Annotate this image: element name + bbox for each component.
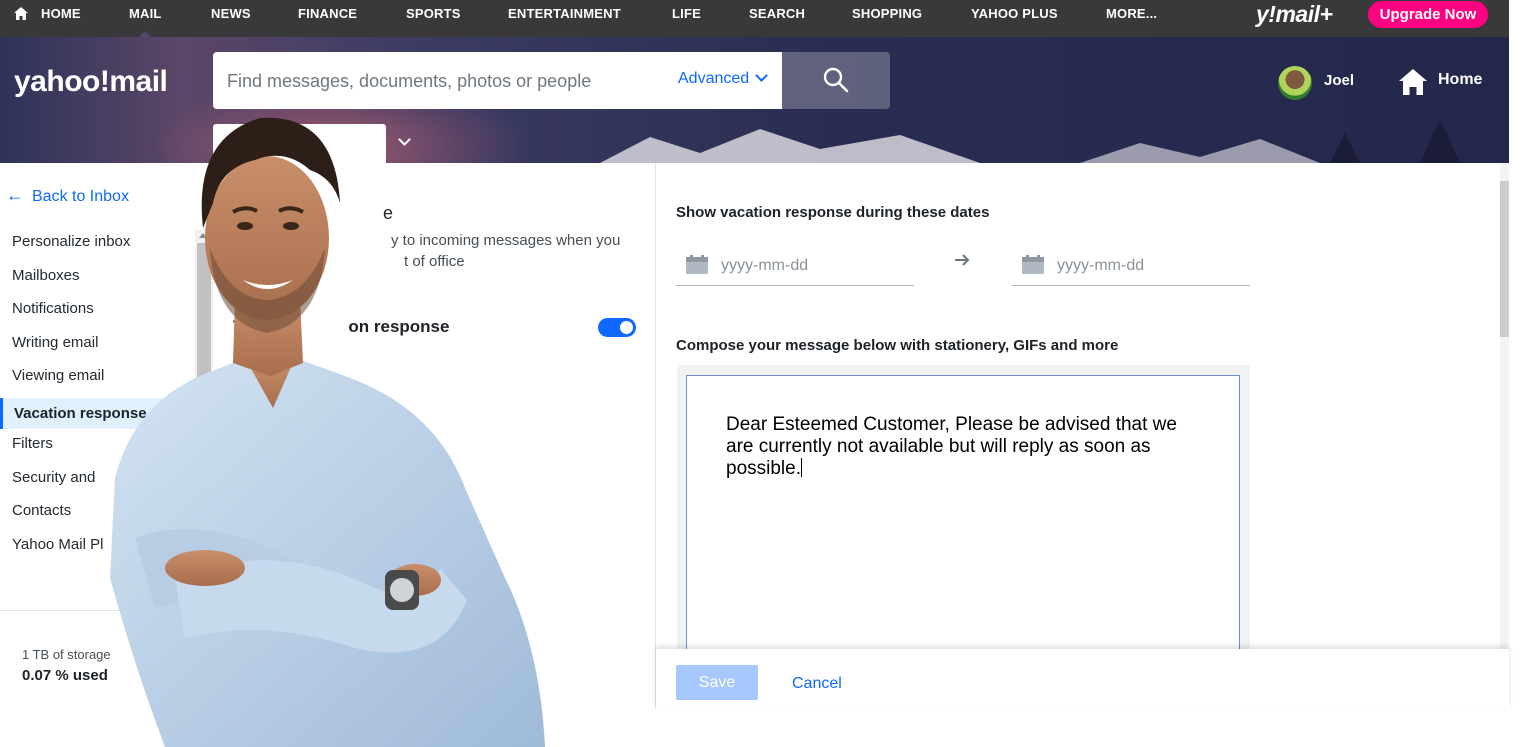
yahoo-mail-plus-logo[interactable]: y!mail+: [1256, 0, 1333, 28]
nav-shopping[interactable]: SHOPPING: [852, 0, 922, 28]
search-input[interactable]: [227, 68, 657, 94]
start-date-field[interactable]: [676, 249, 914, 286]
arrow-left-icon: ←: [6, 185, 24, 205]
nav-news[interactable]: NEWS: [211, 0, 251, 28]
home-icon: [14, 7, 28, 20]
chevron-down-icon: [755, 69, 769, 82]
vacation-response-toggle[interactable]: [598, 318, 636, 337]
nav-sports[interactable]: SPORTS: [406, 0, 461, 28]
nav-more[interactable]: MORE...: [1106, 0, 1157, 28]
man-with-crossed-arms-image: [110, 117, 545, 747]
user-name[interactable]: Joel: [1324, 72, 1354, 89]
nav-life[interactable]: LIFE: [672, 0, 701, 28]
dates-heading: Show vacation response during these date…: [676, 204, 990, 221]
cancel-button[interactable]: Cancel: [792, 675, 842, 693]
compose-heading: Compose your message below with statione…: [676, 337, 1119, 354]
upgrade-now-button[interactable]: Upgrade Now: [1368, 1, 1488, 28]
settings-scrollbar-thumb[interactable]: [1500, 181, 1509, 337]
calendar-icon: [1022, 255, 1044, 274]
nav-finance[interactable]: FINANCE: [298, 0, 357, 28]
settings-footer: Save Cancel: [656, 649, 1509, 709]
search-icon: [823, 67, 849, 93]
end-date-input[interactable]: [1057, 255, 1237, 277]
nav-yahoo-plus[interactable]: YAHOO PLUS: [971, 0, 1058, 28]
save-button[interactable]: Save: [676, 665, 758, 700]
nav-search[interactable]: SEARCH: [749, 0, 805, 28]
message-editor[interactable]: Dear Esteemed Customer, Please be advise…: [686, 375, 1240, 665]
calendar-icon: [686, 255, 708, 274]
home-link[interactable]: Home: [1438, 71, 1482, 89]
search-bar: Advanced: [213, 52, 782, 109]
nav-mail[interactable]: MAIL: [129, 0, 162, 37]
vacation-response-settings: Show vacation response during these date…: [657, 163, 1500, 709]
home-icon[interactable]: [1398, 67, 1428, 97]
avatar[interactable]: [1278, 66, 1312, 100]
nav-entertainment[interactable]: ENTERTAINMENT: [508, 0, 621, 28]
end-date-field[interactable]: [1012, 249, 1250, 286]
arrow-right-icon: [955, 254, 970, 266]
search-button[interactable]: [782, 52, 890, 109]
advanced-search-button[interactable]: Advanced: [678, 69, 769, 88]
yahoo-mail-brand-logo[interactable]: yahoo!mail: [14, 65, 168, 99]
message-text[interactable]: Dear Esteemed Customer, Please be advise…: [726, 414, 1206, 480]
text-caret: [801, 458, 802, 477]
start-date-input[interactable]: [721, 255, 901, 277]
toggle-knob: [620, 321, 633, 334]
advanced-search-label: Advanced: [678, 70, 750, 87]
top-navigation-bar: HOME MAIL NEWS FINANCE SPORTS ENTERTAINM…: [0, 0, 1509, 37]
nav-home[interactable]: HOME: [41, 0, 81, 28]
message-body: Dear Esteemed Customer, Please be advise…: [726, 414, 1177, 479]
